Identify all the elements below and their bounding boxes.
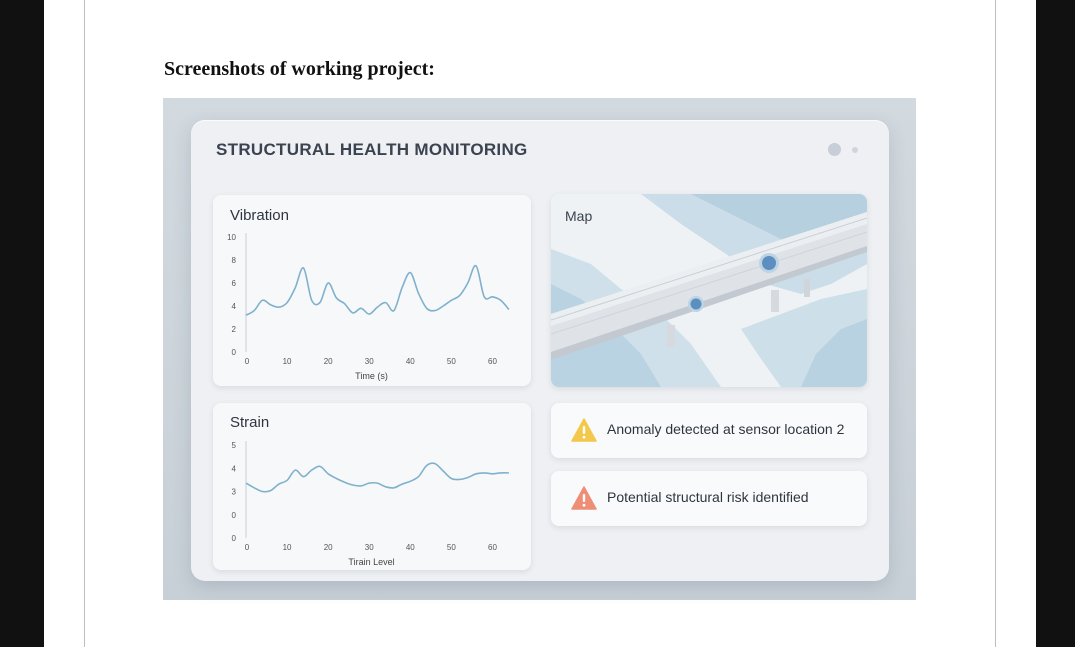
vibration-chart: 10864200 10 20 30 40 50 60Time (s) (227, 233, 510, 381)
bridge-map-illustration (551, 194, 867, 387)
strain-chart: 543000 10 20 30 40 50 60Tirain Level (232, 441, 509, 567)
x-tick-label: 30 (365, 543, 374, 552)
x-tick-label: 50 (447, 543, 456, 552)
alert-structural-risk[interactable]: Potential structural risk identified (551, 471, 867, 526)
warning-icon (571, 418, 597, 442)
alert-structural-risk-text: Potential structural risk identified (607, 489, 809, 505)
y-tick-label: 2 (232, 325, 237, 334)
window-control-large[interactable] (828, 143, 841, 156)
x-tick-label: 30 (365, 357, 374, 366)
page-margin-right (995, 0, 996, 647)
y-tick-label: 3 (232, 488, 237, 497)
x-tick-label: 60 (488, 357, 497, 366)
x-axis-title: Time (s) (355, 371, 388, 381)
warning-icon (571, 486, 597, 510)
series-line (245, 264, 510, 316)
sensor-marker-2-core (762, 256, 776, 270)
document-heading: Screenshots of working project: (164, 58, 435, 80)
map-title: Map (565, 208, 593, 224)
x-tick-label: 10 (283, 357, 292, 366)
y-tick-label: 0 (232, 511, 237, 520)
vibration-panel: Vibration 10 8 6 4 2 0 0 10 20 30 40 50 60 Time (s) (213, 195, 531, 386)
x-tick-label: 10 (283, 543, 292, 552)
x-tick-label: 40 (406, 543, 415, 552)
y-tick-label: 4 (232, 464, 237, 473)
x-tick-label: 20 (324, 543, 333, 552)
y-tick-label: 10 (227, 233, 236, 242)
bridge-pier-3 (804, 279, 810, 297)
dashboard-title: STRUCTURAL HEALTH MONITORING (216, 140, 528, 159)
y-tick-label: 0 (232, 534, 237, 543)
bridge-pier-2 (771, 290, 779, 312)
x-axis-title: Tirain Level (348, 557, 394, 567)
x-tick-label: 40 (406, 357, 415, 366)
bridge-pier-1 (667, 325, 675, 347)
y-tick-label: 6 (232, 279, 237, 288)
sensor-marker-1-core (690, 298, 702, 310)
page-margin-left (84, 0, 85, 647)
x-tick-label: 60 (488, 543, 497, 552)
y-tick-label: 4 (232, 302, 237, 311)
y-tick-label: 0 (232, 348, 237, 357)
x-tick-label: 20 (324, 357, 333, 366)
x-tick-label: 0 (245, 543, 250, 552)
y-tick-label: 5 (232, 441, 237, 450)
window-control-small[interactable] (852, 147, 858, 153)
y-tick-label: 8 (232, 256, 237, 265)
x-tick-label: 0 (245, 357, 250, 366)
alert-anomaly-text: Anomaly detected at sensor location 2 (607, 421, 845, 437)
x-tick-label: 50 (447, 357, 456, 366)
map-panel[interactable]: Map (551, 194, 867, 387)
alert-anomaly[interactable]: Anomaly detected at sensor location 2 (551, 403, 867, 458)
series-line (245, 462, 509, 493)
strain-panel: Strain 5 4 3 0 0 0 10 20 30 40 50 60 Tirain Level (213, 403, 531, 570)
